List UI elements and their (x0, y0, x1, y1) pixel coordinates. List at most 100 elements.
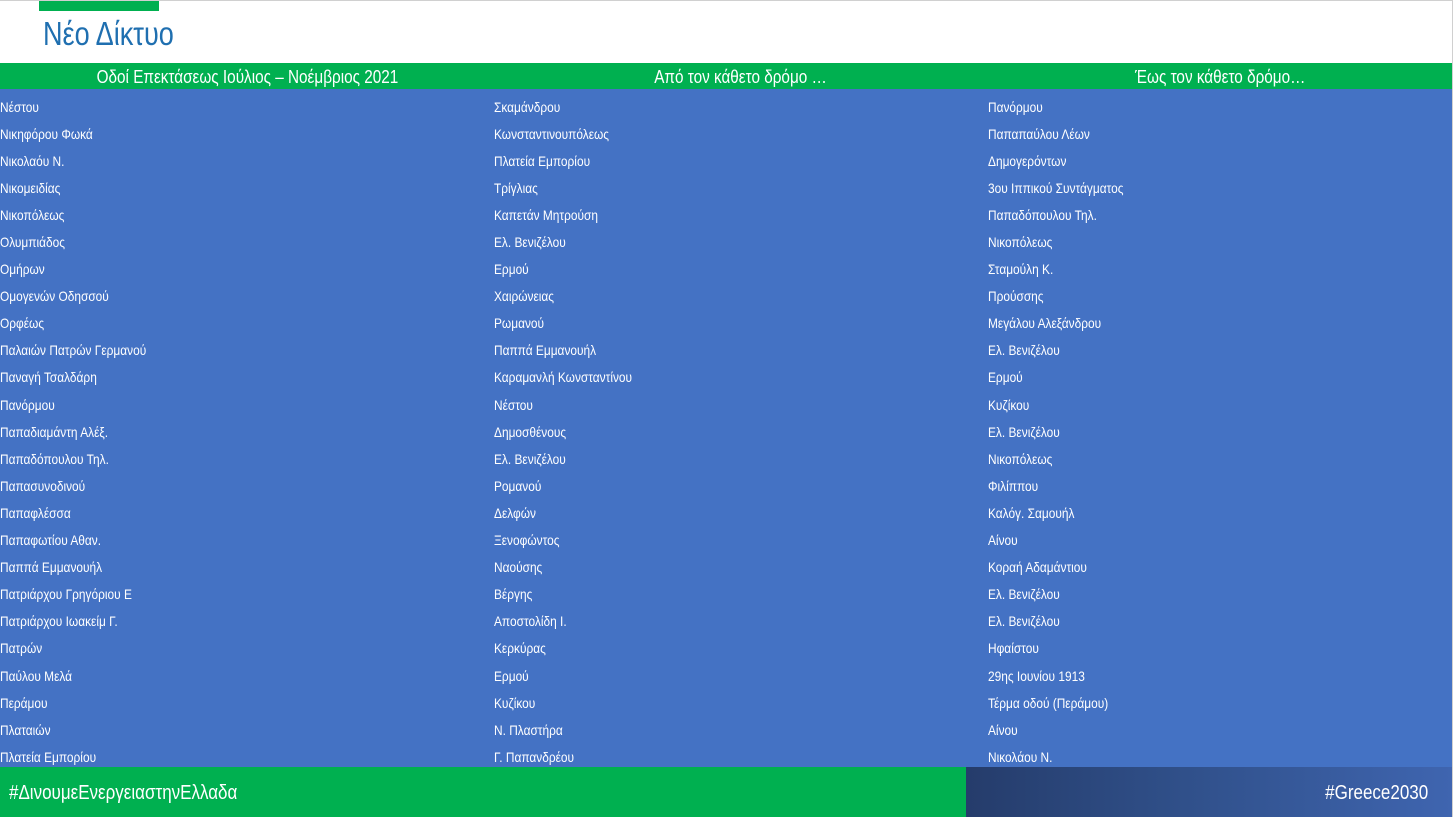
cell-street: Παππά Εμμανουήλ (0, 559, 103, 576)
cell-from: Γ. Παπανδρέου (494, 748, 575, 765)
cell-street: Παναγή Τσαλδάρη (0, 369, 97, 386)
cell-from: Σκαμάνδρου (494, 98, 561, 115)
streets-table: Οδοί Επεκτάσεως Ιούλιος – Νοέμβριος 2021… (0, 63, 1452, 767)
cell-street: Πανόρμου (0, 396, 55, 413)
page-title: Νέο Δίκτυο (43, 15, 174, 52)
table-row: Πατριάρχου Γρηγόριου Ε Βέργης Ελ. Βενιζέλο… (0, 581, 1452, 608)
cell-street: Νικηφόρου Φωκά (0, 125, 93, 142)
cell-from: Ερμού (494, 261, 529, 278)
cell-to: Νικολάου Ν. (988, 748, 1053, 765)
cell-street: Παπασυνοδινού (0, 477, 86, 494)
cell-to: 3ου Ιππικού Συντάγματος (988, 179, 1124, 196)
table-row: Παναγή Τσαλδάρη Καραμανλή Κωνσταντίνου Ερμ… (0, 364, 1452, 391)
cell-to: Μεγάλου Αλεξάνδρου (988, 315, 1102, 332)
cell-to: Προύσσης (988, 288, 1044, 305)
footer: #ΔινουμεΕνεργειαστηνΕλλαδα #Greece2030 (0, 767, 1452, 817)
title-accent-bar (39, 1, 159, 11)
footer-navy-band: #Greece2030 (966, 767, 1452, 817)
table-row: Νικολαόυ Ν. Πλατεία Εμπορίου Δημογερόντων (0, 147, 1452, 174)
cell-from: Δημοσθένους (494, 423, 567, 440)
table-row: Πατρών Κερκύρας Ηφαίστου (0, 635, 1452, 662)
header-from: Από τον κάθετο δρόμο … (654, 67, 828, 87)
cell-street: Παλαιών Πατρών Γερμανού (0, 342, 147, 359)
cell-to: Κοραή Αδαμάντιου (988, 559, 1087, 576)
cell-street: Παύλου Μελά (0, 667, 73, 684)
cell-from: Ρωμανού (494, 315, 545, 332)
footer-hashtag-left: #ΔινουμεΕνεργειαστηνΕλλαδα (9, 782, 238, 804)
cell-to: Σταμούλη Κ. (988, 261, 1054, 278)
cell-street: Νέστου (0, 98, 39, 115)
cell-to: Ελ. Βενιζέλου (988, 586, 1060, 603)
cell-from: Δελφών (494, 504, 536, 521)
cell-to: Κυζίκου (988, 396, 1030, 413)
table-row: Νικηφόρου Φωκά Κωνσταντινουπόλεως Παπαπαύλ… (0, 120, 1452, 147)
table-row: Παύλου Μελά Ερμού 29ης Ιουνίου 1913 (0, 662, 1452, 689)
cell-from: Καραμανλή Κωνσταντίνου (494, 369, 633, 386)
cell-from: Κωνσταντινουπόλεως (494, 125, 610, 142)
cell-to: Ηφαίστου (988, 640, 1039, 657)
cell-street: Νικολαόυ Ν. (0, 152, 65, 169)
cell-street: Ομογενών Οδησσού (0, 288, 109, 305)
cell-from: Τρίγλιας (494, 179, 538, 196)
cell-from: Ερμού (494, 667, 529, 684)
table-row: Πατριάρχου Ιωακείμ Γ. Αποστολίδη Ι. Ελ. Βε… (0, 608, 1452, 635)
cell-street: Ορφέως (0, 315, 45, 332)
cell-to: Αίνου (988, 721, 1018, 738)
table-row: Παπαφωτίου Αθαν. Ξενοφώντος Αίνου (0, 527, 1452, 554)
cell-to: Πανόρμου (988, 98, 1043, 115)
cell-street: Ομήρων (0, 261, 45, 278)
table-row: Παπαδιαμάντη Αλέξ. Δημοσθένους Ελ. Βενιζέλ… (0, 418, 1452, 445)
cell-street: Πλατεία Εμπορίου (0, 748, 97, 765)
cell-to: Νικοπόλεως (988, 450, 1053, 467)
footer-green-band: #ΔινουμεΕνεργειαστηνΕλλαδα (0, 767, 966, 817)
cell-to: Δημογερόντων (988, 152, 1067, 169)
cell-street: Πατριάρχου Γρηγόριου Ε (0, 586, 132, 603)
cell-from: Αποστολίδη Ι. (494, 613, 567, 630)
cell-from: Καπετάν Μητρούση (494, 206, 598, 223)
cell-street: Πλαταιών (0, 721, 51, 738)
cell-from: Βέργης (494, 586, 533, 603)
cell-from: Κυζίκου (494, 694, 536, 711)
cell-street: Ολυμπιάδος (0, 234, 65, 251)
cell-to: Παπαπαύλου Λέων (988, 125, 1090, 142)
table-row: Νικομειδίας Τρίγλιας 3ου Ιππικού Συντάγματ… (0, 174, 1452, 201)
cell-from: Ελ. Βενιζέλου (494, 450, 566, 467)
cell-from: Ν. Πλαστήρα (494, 721, 563, 738)
cell-from: Κερκύρας (494, 640, 546, 657)
table-row: Ορφέως Ρωμανού Μεγάλου Αλεξάνδρου (0, 310, 1452, 337)
cell-street: Περάμου (0, 694, 48, 711)
footer-hashtag-right: #Greece2030 (1324, 782, 1428, 804)
table-row: Πανόρμου Νέστου Κυζίκου (0, 391, 1452, 418)
cell-street: Πατριάρχου Ιωακείμ Γ. (0, 613, 118, 630)
header-street: Οδοί Επεκτάσεως Ιούλιος – Νοέμβριος 2021 (96, 67, 398, 87)
table-row: Ομογενών Οδησσού Χαιρώνειας Προύσσης (0, 283, 1452, 310)
cell-from: Νέστου (494, 396, 533, 413)
cell-to: Ελ. Βενιζέλου (988, 423, 1060, 440)
slide: Νέο Δίκτυο Οδοί Επεκτάσεως Ιούλιος – Νοέ… (0, 0, 1453, 817)
cell-to: Ερμού (988, 369, 1023, 386)
cell-to: Νικοπόλεως (988, 234, 1053, 251)
table-header: Οδοί Επεκτάσεως Ιούλιος – Νοέμβριος 2021… (0, 63, 1452, 89)
cell-from: Ναούσης (494, 559, 543, 576)
cell-from: Ελ. Βενιζέλου (494, 234, 566, 251)
table-row: Παπασυνοδινού Ρομανού Φιλίππου (0, 472, 1452, 499)
table-row: Παπαφλέσσα Δελφών Καλόγ. Σαμουήλ (0, 499, 1452, 526)
cell-from: Παππά Εμμανουήλ (494, 342, 597, 359)
cell-to: Αίνου (988, 532, 1018, 549)
cell-from: Ρομανού (494, 477, 542, 494)
cell-street: Πατρών (0, 640, 43, 657)
cell-street: Παπαφωτίου Αθαν. (0, 532, 102, 549)
cell-street: Παπαδόπουλου Τηλ. (0, 450, 109, 467)
table-row: Πλαταιών Ν. Πλαστήρα Αίνου (0, 716, 1452, 743)
cell-street: Νικοπόλεως (0, 206, 65, 223)
cell-to: Καλόγ. Σαμουήλ (988, 504, 1075, 521)
table-row: Παππά Εμμανουήλ Ναούσης Κοραή Αδαμάντιου (0, 554, 1452, 581)
table-body: Νέστου Σκαμάνδρου Πανόρμου Νικηφόρου Φωκά Κω… (0, 89, 1452, 770)
cell-from: Ξενοφώντος (494, 532, 560, 549)
table-row: Νικοπόλεως Καπετάν Μητρούση Παπαδόπουλου Τ… (0, 201, 1452, 228)
cell-to: Ελ. Βενιζέλου (988, 613, 1060, 630)
table-row: Περάμου Κυζίκου Τέρμα οδού (Περάμου) (0, 689, 1452, 716)
cell-to: 29ης Ιουνίου 1913 (988, 667, 1085, 684)
cell-street: Παπαδιαμάντη Αλέξ. (0, 423, 109, 440)
cell-to: Τέρμα οδού (Περάμου) (988, 694, 1109, 711)
